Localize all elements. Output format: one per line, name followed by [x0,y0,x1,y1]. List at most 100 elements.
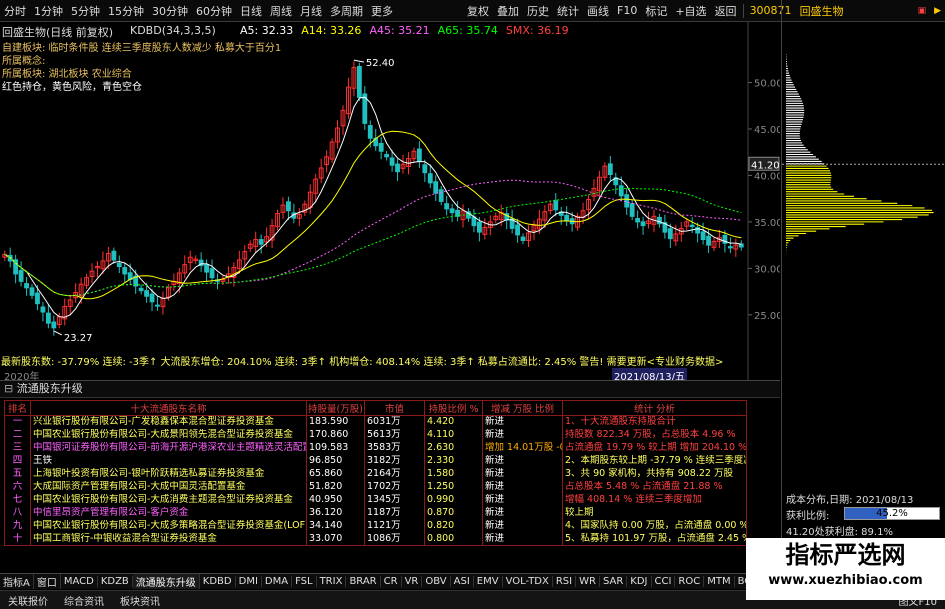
holder-change: 新进 [482,532,563,546]
holder-value: 1121万 [364,519,425,533]
candle [116,255,122,273]
chart-note-3: 红色持仓，黄色风险，青色空仓 [2,82,142,93]
candle [40,301,46,322]
indicator-tab-8[interactable]: FSL [292,576,317,587]
holder-qty: 33.070 [306,532,365,546]
candle [700,222,706,245]
candle [635,210,641,229]
holder-name: 上海银叶投资有限公司-银叶阶跃精选私募证券投资基金 [30,467,307,481]
candle [444,195,450,216]
chart-note-1: 所属概念: [2,56,46,67]
action-bar: 复权 叠加 历史 统计 画线 F10 标记 +自选 返回 [463,3,741,19]
candle [220,275,226,286]
candle [84,273,89,289]
indicator-tab-16[interactable]: VOL-TDX [503,576,553,587]
holder-change: 新进 [482,428,563,442]
period-4[interactable]: 30分钟 [148,3,192,19]
indicator-tab-14[interactable]: ASI [451,576,474,587]
period-0[interactable]: 分时 [0,3,30,19]
holder-row[interactable]: 三中国银河证券股份有限公司-前海开源沪港深农业主题精选灵活配置混合型证券投资基金… [4,441,747,455]
holder-qty: 109.583 [306,441,365,455]
action-6[interactable]: 标记 [641,3,671,19]
period-2[interactable]: 5分钟 [67,3,104,19]
indicator-tab-7[interactable]: DMA [262,576,293,587]
holder-row[interactable]: 一兴业银行股份有限公司-广发稳鑫保本混合型证券投资基金 183.590 6031万 4… [4,415,747,429]
chip-distribution-chart [782,54,945,288]
period-9[interactable]: 多周期 [326,3,367,19]
current-price-label: 41.20 [751,160,780,171]
indicator-tab-19[interactable]: SAR [600,576,628,587]
candle [449,203,455,222]
status-link-1[interactable]: 综合资讯 [56,593,112,608]
indicator-tab-15[interactable]: EMV [474,576,503,587]
period-7[interactable]: 周线 [266,3,296,19]
candle [318,158,324,184]
holder-row[interactable]: 二中国农业银行股份有限公司-大成景阳领先混合型证券投资基金 170.860 5613… [4,428,747,442]
period-3[interactable]: 15分钟 [104,3,148,19]
period-1[interactable]: 1分钟 [30,3,67,19]
holder-row[interactable]: 九中国农业银行股份有限公司-大成多策略混合型证券投资基金(LOF) 34.140 1… [4,519,747,533]
candle [433,175,439,201]
indicator-tab-12[interactable]: VR [402,576,423,587]
y-tick-label-1: 30.00 [754,264,780,275]
indicator-tab-3[interactable]: KDZB [98,576,133,587]
holder-row[interactable]: 八中信里昂资产管理有限公司-客户资金 36.120 1187万 0.870 新进 较上期 [4,506,747,520]
holder-change: 新进 [482,493,563,507]
indicator-tab-13[interactable]: OBV [422,576,451,587]
indicator-tab-4[interactable]: 流通股东升级 [132,574,200,589]
collapse-icon[interactable]: ⊟ [4,382,13,395]
indicator-tab-9[interactable]: TRIX [317,576,347,587]
holder-change: 新进 [482,506,563,520]
action-3[interactable]: 统计 [553,3,583,19]
indicator-tab-11[interactable]: CR [381,576,402,587]
status-link-0[interactable]: 关联报价 [0,593,56,608]
candle [602,162,608,181]
indicator-tab-18[interactable]: WR [576,576,600,587]
candle [711,237,717,252]
kline-chart[interactable]: 25.00 30.00 35.00 40.00 45.00 50.00 52.40 23.27… [0,22,780,383]
candle [384,150,390,161]
indicator-tab-2[interactable]: MACD [61,576,98,587]
period-8[interactable]: 月线 [296,3,326,19]
action-1[interactable]: 叠加 [493,3,523,19]
action-0[interactable]: 复权 [463,3,493,19]
action-5[interactable]: F10 [613,4,641,17]
indicator-tab-6[interactable]: DMI [236,576,262,587]
indicator-tab-17[interactable]: RSI [553,576,577,587]
holder-value: 3583万 [364,441,425,455]
holder-qty: 170.860 [306,428,365,442]
candle [553,192,559,217]
indicator-tab-23[interactable]: MTM [704,576,735,587]
candle [346,77,351,119]
holder-pct: 2.630 [424,441,483,455]
holder-analysis: 1、十大流通股东持股合计 [562,415,747,429]
action-8[interactable]: 返回 [711,3,741,19]
holder-row[interactable]: 七中国农业银行股份有限公司-大成消费主题混合型证券投资基金 40.950 1345万… [4,493,747,507]
candle [597,170,602,199]
action-4[interactable]: 画线 [583,3,613,19]
indicator-tab-20[interactable]: KDJ [627,576,652,587]
holder-value: 3182万 [364,454,425,468]
candle [509,209,515,234]
action-2[interactable]: 历史 [523,3,553,19]
indicator-tab-0[interactable]: 指标A [0,574,34,589]
holder-row[interactable]: 十中国工商银行-中银收益混合型证券投资基金 33.070 1086万 0.800 新进 5… [4,532,747,546]
candle [727,237,733,254]
status-link-2[interactable]: 板块资讯 [112,593,168,608]
action-7[interactable]: +自选 [671,3,710,19]
indicator-tab-5[interactable]: KDBD [200,576,236,587]
indicator-tab-10[interactable]: BRAR [346,576,381,587]
period-6[interactable]: 日线 [236,3,266,19]
indicator-tab-22[interactable]: ROC [675,576,705,587]
indicator-tab-1[interactable]: 窗口 [34,574,61,589]
period-10[interactable]: 更多 [367,3,397,19]
chart-note-0: 自建板块: 临时条件股 连续三季度股东人数减少 私募大于百分1 [2,43,282,54]
holder-row[interactable]: 五上海银叶投资有限公司-银叶阶跃精选私募证券投资基金 65.860 2164万 1.5… [4,467,747,481]
y-tick-label-5: 50.00 [754,78,780,89]
indicator-tab-21[interactable]: CCI [652,576,676,587]
ma-label-0: A5: 32.33 [240,24,294,37]
holder-row[interactable]: 四王铁 96.850 3182万 2.330 新进 2、本期股东较上期 -37.79 % … [4,454,747,468]
period-5[interactable]: 60分钟 [192,3,236,19]
holder-change: 新进 [482,467,563,481]
holder-row[interactable]: 六大成国际资产管理有限公司-大成中国灵活配置基金 51.820 1702万 1.250… [4,480,747,494]
